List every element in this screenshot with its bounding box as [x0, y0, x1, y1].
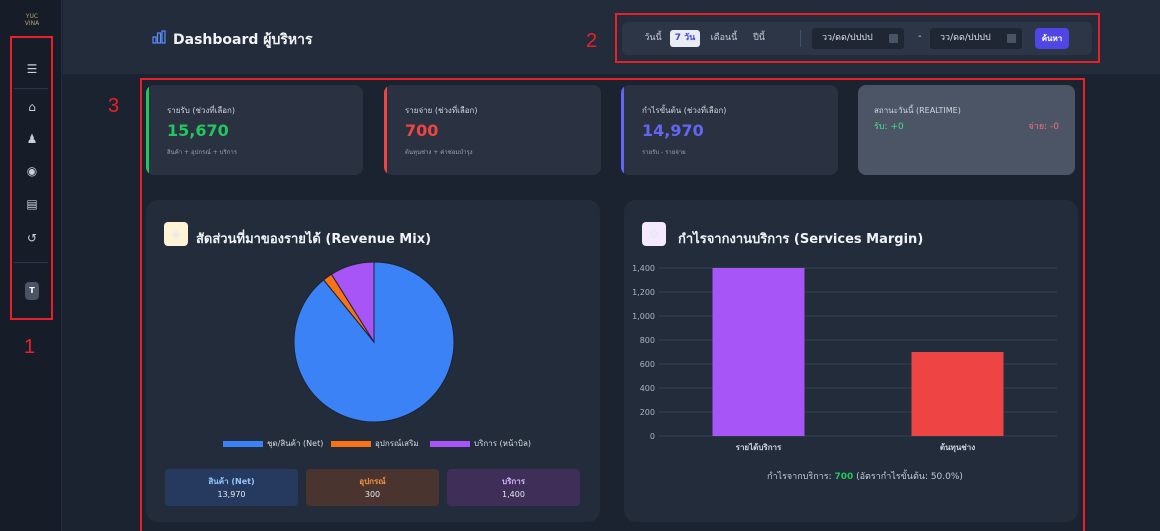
annotation-box-2	[615, 13, 1100, 63]
annotation-number-2: 2	[586, 30, 598, 52]
annotation-box-3	[140, 78, 1085, 531]
chart-icon	[152, 30, 166, 44]
logo: YUC VINA	[24, 13, 40, 27]
page: YUC VINA ☰ ⌂ ♟ ◉ ▤ ↺ T Dashboard ผู้บริห…	[0, 0, 1160, 531]
annotation-number-1: 1	[24, 336, 36, 358]
page-title: Dashboard ผู้บริหาร	[173, 32, 313, 48]
annotation-box-1	[10, 36, 53, 320]
annotation-number-3: 3	[108, 95, 120, 117]
